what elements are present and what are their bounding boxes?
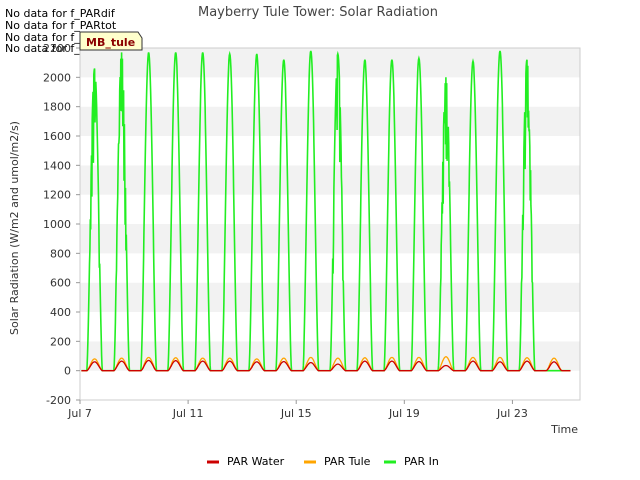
solar-radiation-chart: -200 0 200 400 600 800 1000 1200 1400 1600 1800 200… <box>8 5 581 468</box>
x-axis-label: Time <box>550 423 578 436</box>
y-tick-label: 2000 <box>43 71 71 84</box>
x-tick-label: Jul 15 <box>280 407 312 420</box>
grid-band <box>80 370 580 400</box>
x-tick-label: Jul 7 <box>67 407 92 420</box>
y-tick-label: 800 <box>50 247 71 260</box>
legend: PAR Water PAR Tule PAR In <box>207 455 439 468</box>
y-tick-label: -200 <box>46 394 71 407</box>
y-tick-label: 1200 <box>43 189 71 202</box>
legend-label: PAR Tule <box>324 455 371 468</box>
grid-band <box>80 136 580 166</box>
grid-band <box>80 106 580 136</box>
y-tick-label: 600 <box>50 277 71 290</box>
badge-label: MB_tule <box>86 36 135 49</box>
legend-label: PAR Water <box>227 455 285 468</box>
x-axis: Jul 7 Jul 11 Jul 15 Jul 19 Jul 23 <box>67 400 528 420</box>
x-tick-label: Jul 11 <box>172 407 204 420</box>
y-axis: -200 0 200 400 600 800 1000 1200 1400 1600 1800 200… <box>43 42 80 407</box>
grid-band <box>80 48 580 78</box>
y-tick-label: 400 <box>50 306 71 319</box>
x-tick-label: Jul 19 <box>388 407 420 420</box>
y-tick-label: 1400 <box>43 159 71 172</box>
x-tick-label: Jul 23 <box>496 407 528 420</box>
y-tick-label: 2200 <box>43 42 71 55</box>
grid-band <box>80 165 580 195</box>
y-axis-label: Solar Radiation (W/m2 and umol/m2/s) <box>8 121 21 335</box>
y-tick-label: 1000 <box>43 218 71 231</box>
badge: MB_tule <box>79 31 143 51</box>
y-tick-label: 1600 <box>43 130 71 143</box>
legend-label: PAR In <box>404 455 439 468</box>
grid-band <box>80 77 580 107</box>
y-tick-label: 1800 <box>43 101 71 114</box>
y-tick-label: 0 <box>64 365 71 378</box>
y-tick-label: 200 <box>50 335 71 348</box>
chart-title: Mayberry Tule Tower: Solar Radiation <box>198 5 438 20</box>
